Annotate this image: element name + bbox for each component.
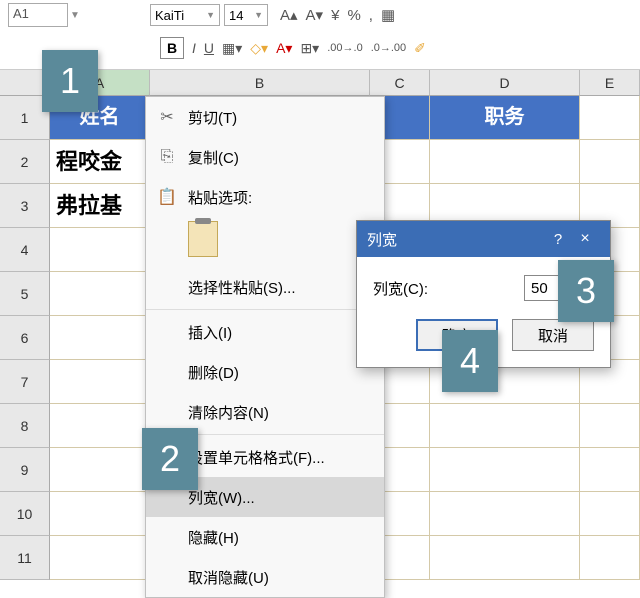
menu-delete[interactable]: 删除(D) bbox=[146, 352, 384, 392]
merge-icon[interactable]: ⊞▾ bbox=[300, 40, 319, 57]
cell[interactable] bbox=[580, 140, 640, 184]
namebox-dropdown-icon[interactable]: ▼ bbox=[70, 10, 84, 21]
context-menu: ✂剪切(T) ⎘复制(C) 📋粘贴选项: 选择性粘贴(S)... 插入(I) 删… bbox=[145, 96, 385, 598]
cell[interactable] bbox=[580, 492, 640, 536]
paste-options-block bbox=[146, 217, 384, 267]
row-header[interactable]: 11 bbox=[0, 536, 50, 580]
row-header[interactable]: 8 bbox=[0, 404, 50, 448]
cell[interactable] bbox=[580, 448, 640, 492]
cell[interactable] bbox=[430, 536, 580, 580]
name-box[interactable]: A1 bbox=[8, 3, 68, 27]
fill-color-icon[interactable]: ◇▾ bbox=[250, 40, 268, 57]
step-badge-1: 1 bbox=[42, 50, 98, 112]
clipboard-icon: 📋 bbox=[156, 187, 178, 207]
font-color-icon[interactable]: A▾ bbox=[276, 40, 292, 57]
cell[interactable] bbox=[430, 492, 580, 536]
cell[interactable] bbox=[430, 448, 580, 492]
row-header[interactable]: 10 bbox=[0, 492, 50, 536]
col-header-b[interactable]: B bbox=[150, 70, 370, 96]
row-header[interactable]: 7 bbox=[0, 360, 50, 404]
cell[interactable]: 弗拉基 bbox=[50, 184, 150, 228]
comma-icon[interactable]: , bbox=[369, 7, 373, 24]
cell[interactable] bbox=[430, 404, 580, 448]
menu-insert[interactable]: 插入(I) bbox=[146, 312, 384, 352]
dialog-close-button[interactable]: × bbox=[570, 230, 600, 248]
row-header[interactable]: 4 bbox=[0, 228, 50, 272]
menu-paste-special[interactable]: 选择性粘贴(S)... bbox=[146, 267, 384, 307]
cancel-button[interactable]: 取消 bbox=[512, 319, 594, 351]
cell[interactable] bbox=[50, 228, 150, 272]
cell[interactable] bbox=[580, 96, 640, 140]
col-header-e[interactable]: E bbox=[580, 70, 640, 96]
cell[interactable] bbox=[580, 536, 640, 580]
decrease-decimal-icon[interactable]: .0→.00 bbox=[371, 42, 406, 54]
menu-copy[interactable]: ⎘复制(C) bbox=[146, 137, 384, 177]
menu-unhide[interactable]: 取消隐藏(U) bbox=[146, 557, 384, 597]
header-duty[interactable]: 职务 bbox=[430, 96, 580, 140]
cell[interactable]: 程咬金 bbox=[50, 140, 150, 184]
paste-option-icon[interactable] bbox=[188, 221, 218, 257]
cell[interactable] bbox=[50, 536, 150, 580]
currency-icon[interactable]: ¥ bbox=[331, 7, 339, 24]
scissors-icon: ✂ bbox=[156, 107, 178, 127]
col-header-c[interactable]: C bbox=[370, 70, 430, 96]
italic-button[interactable]: I bbox=[192, 40, 196, 56]
menu-hide[interactable]: 隐藏(H) bbox=[146, 517, 384, 557]
font-size-select[interactable]: 14▼ bbox=[224, 4, 268, 26]
menu-paste-options: 📋粘贴选项: bbox=[146, 177, 384, 217]
font-name-select[interactable]: KaiTi▼ bbox=[150, 4, 220, 26]
cell[interactable] bbox=[430, 140, 580, 184]
dialog-help-button[interactable]: ? bbox=[546, 231, 570, 248]
dialog-titlebar[interactable]: 列宽 ? × bbox=[357, 221, 610, 257]
cell[interactable] bbox=[50, 448, 150, 492]
cell[interactable] bbox=[580, 404, 640, 448]
format-painter-icon[interactable]: ✐ bbox=[414, 40, 426, 57]
step-badge-2: 2 bbox=[142, 428, 198, 490]
row-header[interactable]: 3 bbox=[0, 184, 50, 228]
col-header-d[interactable]: D bbox=[430, 70, 580, 96]
underline-button[interactable]: U bbox=[204, 40, 214, 56]
row-header[interactable]: 5 bbox=[0, 272, 50, 316]
increase-font-icon[interactable]: A▴ bbox=[280, 6, 298, 24]
step-badge-4: 4 bbox=[442, 330, 498, 392]
increase-decimal-icon[interactable]: .00→.0 bbox=[327, 42, 362, 54]
menu-cut[interactable]: ✂剪切(T) bbox=[146, 97, 384, 137]
row-header[interactable]: 2 bbox=[0, 140, 50, 184]
copy-icon: ⎘ bbox=[156, 148, 178, 166]
cell[interactable] bbox=[50, 360, 150, 404]
step-badge-3: 3 bbox=[558, 260, 614, 322]
row-headers: 1 2 3 4 5 6 7 8 9 10 11 bbox=[0, 96, 50, 580]
cell[interactable] bbox=[50, 404, 150, 448]
menu-clear[interactable]: 清除内容(N) bbox=[146, 392, 384, 432]
cell[interactable] bbox=[50, 316, 150, 360]
bold-button[interactable]: B bbox=[160, 37, 184, 59]
row-header[interactable]: 6 bbox=[0, 316, 50, 360]
column-width-label: 列宽(C): bbox=[373, 278, 428, 299]
decrease-font-icon[interactable]: A▾ bbox=[306, 6, 324, 24]
dialog-title: 列宽 bbox=[367, 229, 546, 250]
borders-icon[interactable]: ▦▾ bbox=[222, 40, 242, 57]
cell[interactable] bbox=[50, 272, 150, 316]
percent-icon[interactable]: % bbox=[347, 7, 360, 24]
format-cells-icon[interactable]: ▦ bbox=[381, 6, 395, 24]
cell[interactable] bbox=[50, 492, 150, 536]
row-header[interactable]: 9 bbox=[0, 448, 50, 492]
